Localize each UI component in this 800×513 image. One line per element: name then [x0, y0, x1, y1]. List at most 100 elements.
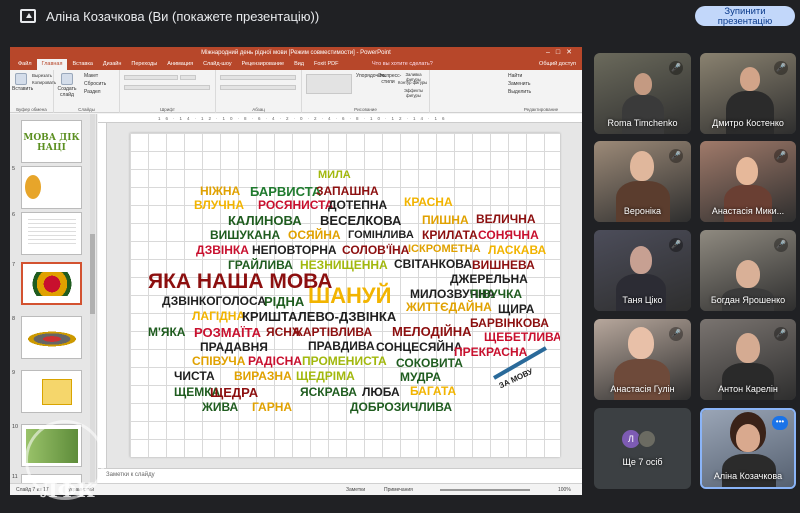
section-button[interactable]: Раздел [84, 89, 101, 95]
slide-thumb-8[interactable] [21, 316, 82, 359]
paragraph-group: Абзац [216, 70, 302, 113]
slide-thumb-title[interactable]: МОВА ДІК НАЦІ [21, 120, 82, 163]
participant-tile[interactable]: 🎤 Анастасія Гулін [594, 319, 691, 400]
cut-button[interactable]: Вырезать [32, 73, 52, 78]
slide-number: 6 [12, 212, 16, 218]
participant-tile[interactable]: 🎤 Таня Ціко [594, 230, 691, 311]
paste-button[interactable]: Вставить [12, 73, 33, 92]
slide-word: СОЛОВ'ЇНА [342, 243, 410, 257]
participant-tile[interactable]: 🎤 Богдан Ярошенко [700, 230, 796, 311]
clipboard-label: Буфер обмена [16, 107, 47, 112]
slide-word: ПИШНА [422, 213, 469, 227]
shapes-gallery[interactable] [306, 74, 352, 94]
reset-button[interactable]: Сбросить [84, 81, 106, 87]
shape-outline-button[interactable]: Контур фигуры [398, 80, 427, 85]
note-card [42, 379, 72, 405]
slide-number: 8 [12, 316, 16, 322]
slide-word: КАЛИНОВА [228, 213, 302, 228]
slide-word: СОКОВИТА [396, 356, 463, 370]
tell-me-search[interactable]: Что вы хотите сделать? [372, 59, 433, 70]
list-buttons[interactable] [220, 75, 296, 80]
layout-button[interactable]: Макет [84, 73, 98, 79]
tab-home[interactable]: Главная [36, 59, 68, 70]
new-slide-button[interactable]: Создать слайд [57, 73, 77, 98]
drawing-label: Рисование [354, 107, 377, 112]
current-slide[interactable]: МИЛА НІЖНА БАРВИСТА ЗАПАШНА ВЛУЧНА РОСЯНИСТА Д… [130, 133, 560, 457]
slide-word: ЩЕБЕТЛИВА [484, 330, 560, 344]
mic-off-icon: 🎤 [774, 61, 788, 75]
slide-word: ДЖЕРЕЛЬНА [450, 272, 528, 286]
slide-word: ЯКА НАША МОВА [148, 270, 333, 293]
participant-face [634, 73, 652, 95]
thumb-scrollbar-handle[interactable] [90, 234, 95, 314]
stop-presenting-button[interactable]: Зупинити презентацію [695, 6, 795, 26]
slide-word: ШАНУЙ [308, 283, 392, 308]
participant-body [722, 363, 774, 400]
zoom-slider[interactable] [440, 489, 530, 491]
replace-button[interactable]: Заменить [508, 81, 530, 87]
shape-effects-button[interactable]: Эффекты фигуры [398, 88, 429, 98]
tab-review[interactable]: Рецензирование [237, 59, 289, 70]
more-options-icon[interactable]: ••• [772, 416, 788, 430]
tab-animation[interactable]: Анимация [162, 59, 198, 70]
slide-word: ДОТЕПНА [328, 198, 388, 212]
participant-tile[interactable]: 🎤 Дмитро Костенко [700, 53, 796, 134]
slide-word: ВЕСЕЛКОВА [320, 213, 402, 228]
tab-file[interactable]: Файл [13, 59, 37, 70]
participant-body [616, 274, 666, 311]
slide-thumb-5[interactable] [21, 166, 82, 209]
slide-number: 7 [12, 262, 16, 268]
editing-label: Редактирование [523, 107, 559, 112]
tab-view[interactable]: Вид [289, 59, 309, 70]
comments-button[interactable]: Примечания [384, 484, 413, 495]
slide-number: 9 [12, 370, 16, 376]
slide-word: ВЛУЧНА [194, 198, 245, 212]
participant-tile[interactable]: 🎤 Антон Карелін [700, 319, 796, 400]
slide-word: ПІВУЧКА [470, 287, 523, 301]
self-tile[interactable]: ••• Аліна Козачкова [700, 408, 796, 489]
share-button[interactable]: Общий доступ [539, 59, 576, 70]
slide-word: ЧИСТА [174, 369, 215, 383]
notes-button[interactable]: Заметки [346, 484, 365, 495]
slide-word: РАДІСНА [248, 354, 302, 368]
quick-styles-button[interactable]: Экспресс-стили [378, 73, 401, 85]
slide-word: ЗАПАШНА [316, 184, 379, 198]
arrange-button[interactable]: Упорядочить [356, 73, 386, 79]
tab-insert[interactable]: Вставка [67, 59, 97, 70]
participant-tile[interactable]: 🎤 Roma Timchenko [594, 53, 691, 134]
participant-tile[interactable]: 🎤 Вероніка [594, 141, 691, 222]
window-controls[interactable]: –□✕ [546, 47, 578, 59]
participant-name: Roma Timchenko [607, 118, 678, 128]
slide-thumb-7-selected[interactable] [21, 262, 82, 305]
tab-slideshow[interactable]: Слайд-шоу [198, 59, 237, 70]
font-name-select[interactable] [124, 75, 178, 80]
participant-name: Богдан Ярошенко [710, 295, 786, 305]
copy-button[interactable]: Копировать [32, 80, 56, 85]
mic-off-icon: 🎤 [669, 238, 683, 252]
horizontal-ruler: 16·14·12·10·8·6·4·2·0·2·4·6·8·10·12·14·1… [98, 114, 582, 123]
select-button[interactable]: Выделить [508, 89, 531, 95]
slide-editing-area: 16·14·12·10·8·6·4·2·0·2·4·6·8·10·12·14·1… [98, 114, 582, 468]
paste-icon [15, 73, 27, 85]
notes-pane[interactable]: Заметки к слайду [98, 468, 582, 483]
tab-design[interactable]: Дизайн [98, 59, 127, 70]
participant-name: Анастасія Мики... [711, 206, 785, 216]
find-button[interactable]: Найти [508, 73, 522, 79]
zoom-level[interactable]: 100% [558, 484, 571, 495]
participant-tile[interactable]: 🎤 Анастасія Мики... [700, 141, 796, 222]
slide-thumb-9[interactable] [21, 370, 82, 413]
slide-word: БАГАТА [410, 384, 457, 398]
tab-transitions[interactable]: Переходы [126, 59, 162, 70]
thumb-title-text: МОВА ДІК НАЦІ [23, 133, 80, 153]
font-size-select[interactable] [180, 75, 196, 80]
more-participants-tile[interactable]: Л Ще 7 осіб [594, 408, 691, 489]
tab-foxit[interactable]: Foxit PDF [309, 59, 343, 70]
mic-off-icon: 🎤 [774, 327, 788, 341]
align-buttons[interactable] [220, 85, 296, 90]
slide-word: ГАРНА [252, 400, 293, 414]
slide-word: ПРОМЕНИСТА [302, 354, 387, 368]
participant-name: Таня Ціко [622, 295, 663, 305]
slide-thumb-6[interactable] [21, 212, 82, 255]
font-format-buttons[interactable] [124, 85, 210, 90]
more-participants-label: Ще 7 осіб [622, 457, 663, 467]
